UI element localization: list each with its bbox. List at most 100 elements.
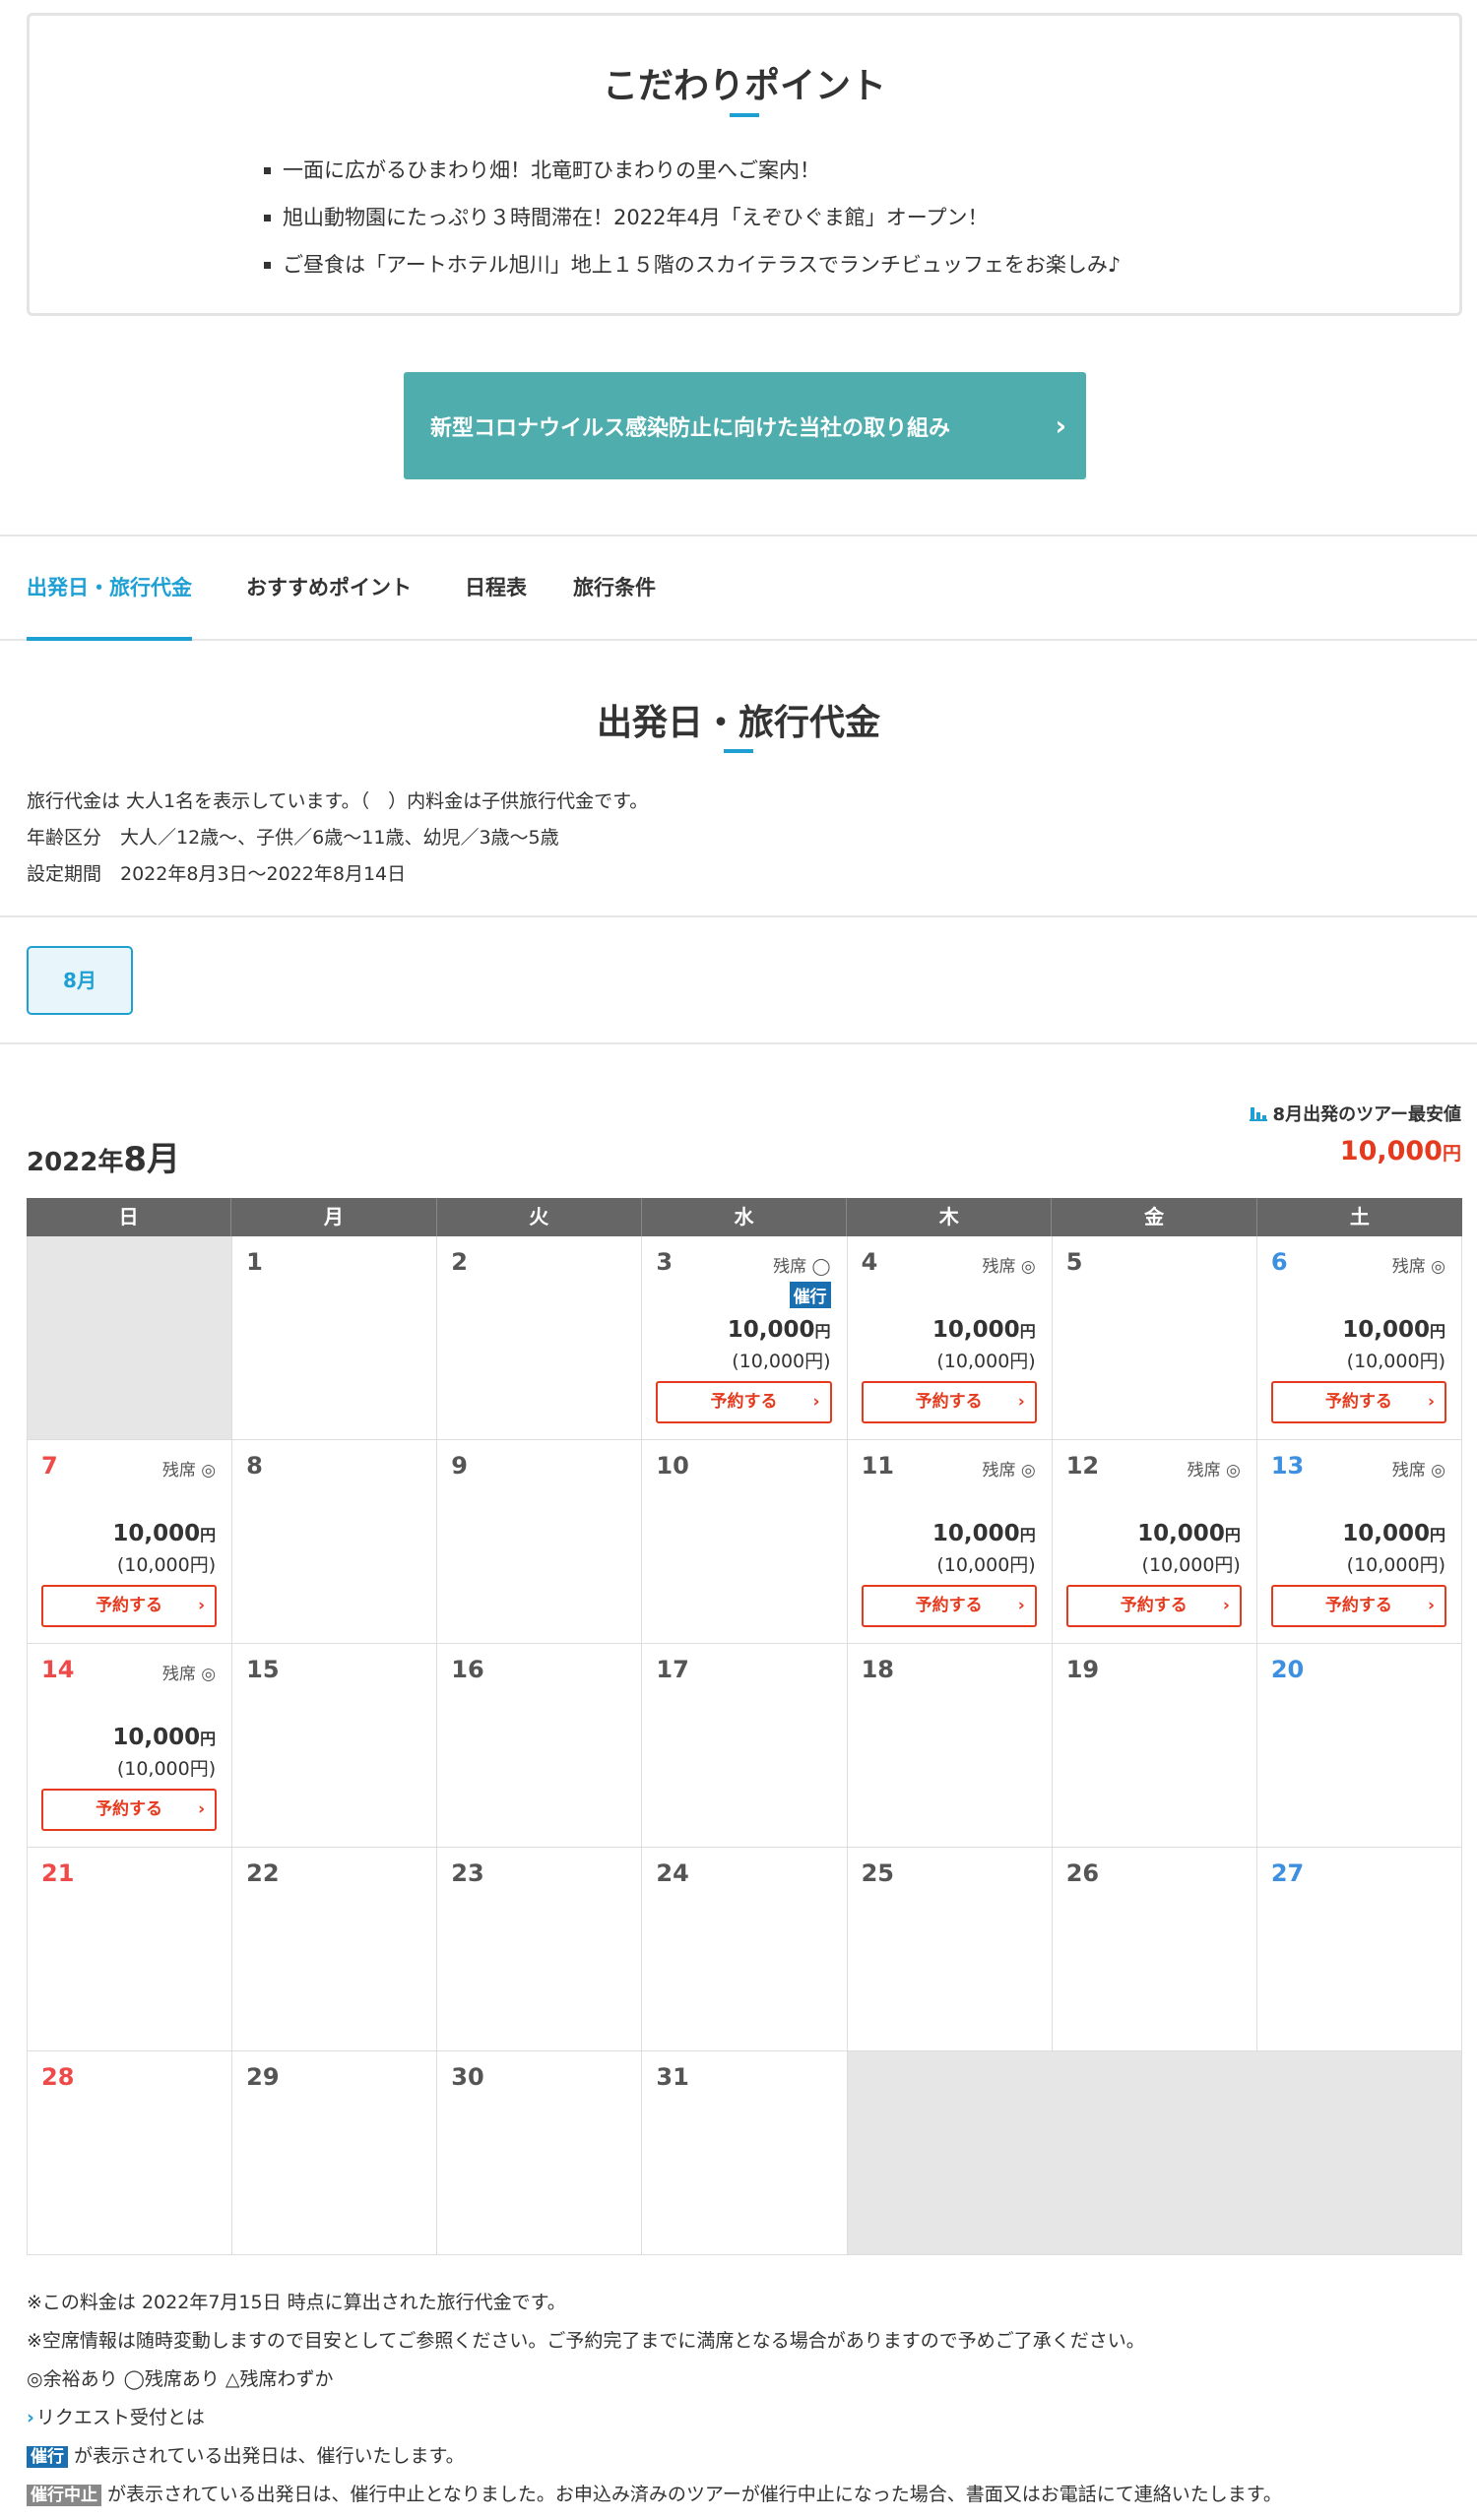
lowest-price-label: 8月出発のツアー最安値 <box>1272 1104 1461 1125</box>
yen-unit: 円 <box>1442 1143 1461 1165</box>
chevron-right-icon: › <box>812 1392 820 1412</box>
calendar-day-cell[interactable]: 13 残席 ◎ 10,000円 (10,000円) 予約する › <box>1256 1440 1462 1644</box>
day-number: 18 <box>861 1656 894 1683</box>
day-number: 20 <box>1270 1656 1305 1683</box>
adult-price: 10,000円 <box>1342 1317 1445 1343</box>
adult-price-value: 10,000 <box>931 1317 1020 1343</box>
info-line: 旅行代金は 大人1名を表示しています。（ ）内料金は子供旅行代金です。 <box>27 790 649 812</box>
yen-unit: 円 <box>200 1730 217 1748</box>
note-line: ◎余裕あり ◯残席あり △残席わずか <box>27 2368 334 2390</box>
calendar-empty-cell <box>28 1236 233 1440</box>
weekday-header: 日 <box>27 1198 232 1236</box>
reserve-label: 予約する <box>915 1596 983 1615</box>
seat-status: 残席 ◎ <box>1391 1461 1445 1480</box>
calendar-day-cell[interactable]: 11 残席 ◎ 10,000円 (10,000円) 予約する › <box>847 1440 1053 1644</box>
covid-button-label: 新型コロナウイルス感染防止に向けた当社の取り組み <box>430 415 951 441</box>
day-number: 19 <box>1065 1656 1100 1683</box>
child-price: (10,000円) <box>116 1554 217 1576</box>
day-number: 21 <box>41 1859 75 1887</box>
calendar-day-cell: 16 <box>437 1644 643 1848</box>
calendar-day-cell[interactable]: 7 残席 ◎ 10,000円 (10,000円) 予約する › <box>28 1440 233 1644</box>
day-number: 7 <box>41 1452 58 1480</box>
adult-price-value: 10,000 <box>112 1725 201 1750</box>
reserve-label: 予約する <box>710 1392 778 1412</box>
calendar-day-cell: 1 <box>232 1236 438 1440</box>
reserve-button[interactable]: 予約する › <box>41 1585 218 1627</box>
tab-itinerary[interactable]: 日程表 <box>465 536 527 639</box>
yen-unit: 円 <box>1019 1526 1036 1544</box>
calendar-day-cell: 28 <box>28 2051 233 2255</box>
month-tab-august[interactable]: 8月 <box>27 946 133 1015</box>
calendar-day-cell: 23 <box>437 1848 643 2051</box>
lowest-price-box: 8月出発のツアー最安値 10,000円 <box>1249 1101 1461 1166</box>
reserve-button[interactable]: 予約する › <box>1270 1381 1446 1423</box>
section-title: 出発日・旅行代金 <box>596 703 880 743</box>
day-number: 27 <box>1270 1859 1305 1887</box>
day-number: 22 <box>246 1859 280 1887</box>
calendar-day-cell[interactable]: 12 残席 ◎ 10,000円 (10,000円) 予約する › <box>1052 1440 1257 1644</box>
reserve-button[interactable]: 予約する › <box>41 1789 218 1831</box>
child-price: (10,000円) <box>732 1351 831 1372</box>
reserve-button[interactable]: 予約する › <box>1270 1585 1446 1627</box>
reserve-button[interactable]: 予約する › <box>861 1381 1037 1423</box>
adult-price: 10,000円 <box>1137 1521 1241 1546</box>
calendar-day-cell[interactable]: 14 残席 ◎ 10,000円 (10,000円) 予約する › <box>28 1644 233 1848</box>
seat-status: 残席 ◎ <box>161 1461 217 1480</box>
calendar-day-cell[interactable]: 6 残席 ◎ 10,000円 (10,000円) 予約する › <box>1256 1236 1462 1440</box>
calendar-day-cell[interactable]: 4 残席 ◎ 10,000円 (10,000円) 予約する › <box>847 1236 1053 1440</box>
tab-recommend-points[interactable]: おすすめポイント <box>246 536 412 639</box>
seat-status: 残席 ◎ <box>1187 1461 1241 1480</box>
weekday-header: 水 <box>642 1198 848 1236</box>
chevron-right-icon: › <box>27 2407 34 2428</box>
note-text: が表示されている出発日は、催行いたします。 <box>74 2445 465 2467</box>
calendar-day-cell: 10 <box>642 1440 848 1644</box>
request-info-link[interactable]: › リクエスト受付とは <box>27 2399 1282 2437</box>
adult-price-value: 10,000 <box>112 1521 201 1546</box>
covid-measures-button[interactable]: 新型コロナウイルス感染防止に向けた当社の取り組み › <box>404 372 1086 479</box>
reserve-label: 予約する <box>915 1392 983 1412</box>
chevron-right-icon: › <box>1055 410 1066 442</box>
calendar-body: 1 2 3 残席 ◯ 催行 10,000円 (10,000円) 予約する › 4 残席 ◎ 10,00… <box>27 1236 1462 2255</box>
day-number: 24 <box>656 1859 689 1887</box>
calendar-day-cell: 29 <box>232 2051 438 2255</box>
day-number: 28 <box>41 2063 75 2091</box>
tab-departure-price[interactable]: 出発日・旅行代金 <box>27 536 192 641</box>
adult-price: 10,000円 <box>112 1521 216 1546</box>
reserve-button[interactable]: 予約する › <box>656 1381 832 1423</box>
adult-price: 10,000円 <box>728 1317 831 1343</box>
reserve-button[interactable]: 予約する › <box>1065 1585 1242 1627</box>
adult-price-value: 10,000 <box>1342 1317 1430 1343</box>
calendar-day-cell: 2 <box>437 1236 643 1440</box>
adult-price-value: 10,000 <box>727 1317 815 1343</box>
day-number: 12 <box>1065 1452 1100 1480</box>
yen-unit: 円 <box>814 1322 831 1341</box>
calendar-day-cell: 20 <box>1256 1644 1462 1848</box>
calendar-day-cell: 9 <box>437 1440 643 1644</box>
calendar-day-cell: 24 <box>642 1848 848 2051</box>
calendar-day-cell: 8 <box>232 1440 438 1644</box>
calendar-day-cell: 27 <box>1256 1848 1462 2051</box>
reserve-button[interactable]: 予約する › <box>861 1585 1037 1627</box>
points-title: こだわりポイント <box>602 66 886 106</box>
calendar-day-cell: 19 <box>1052 1644 1257 1848</box>
day-number: 11 <box>861 1452 894 1480</box>
list-item: ご昼食は「アートホテル旭川」地上１５階のスカイテラスでランチビュッフェをお楽しみ… <box>261 241 1121 288</box>
day-number: 15 <box>246 1656 280 1683</box>
reserve-label: 予約する <box>1324 1392 1392 1412</box>
day-number: 10 <box>656 1452 689 1480</box>
calendar-day-cell: 5 <box>1052 1236 1257 1440</box>
child-price: (10,000円) <box>1346 1351 1445 1372</box>
calendar-day-cell: 30 <box>437 2051 643 2255</box>
tab-conditions[interactable]: 旅行条件 <box>573 536 656 639</box>
yen-unit: 円 <box>1429 1322 1445 1341</box>
calendar-day-cell[interactable]: 3 残席 ◯ 催行 10,000円 (10,000円) 予約する › <box>642 1236 848 1440</box>
adult-price: 10,000円 <box>112 1725 216 1750</box>
seat-status: 残席 ◎ <box>1391 1257 1445 1277</box>
chevron-right-icon: › <box>1017 1392 1025 1412</box>
lowest-price: 10,000円 <box>1250 1136 1461 1166</box>
bar-chart-icon <box>1249 1105 1267 1121</box>
seat-status: 残席 ◯ <box>773 1257 831 1277</box>
chevron-right-icon: › <box>1222 1596 1230 1615</box>
calendar-month: 8月 <box>123 1140 181 1179</box>
child-price: (10,000円) <box>936 1554 1036 1576</box>
